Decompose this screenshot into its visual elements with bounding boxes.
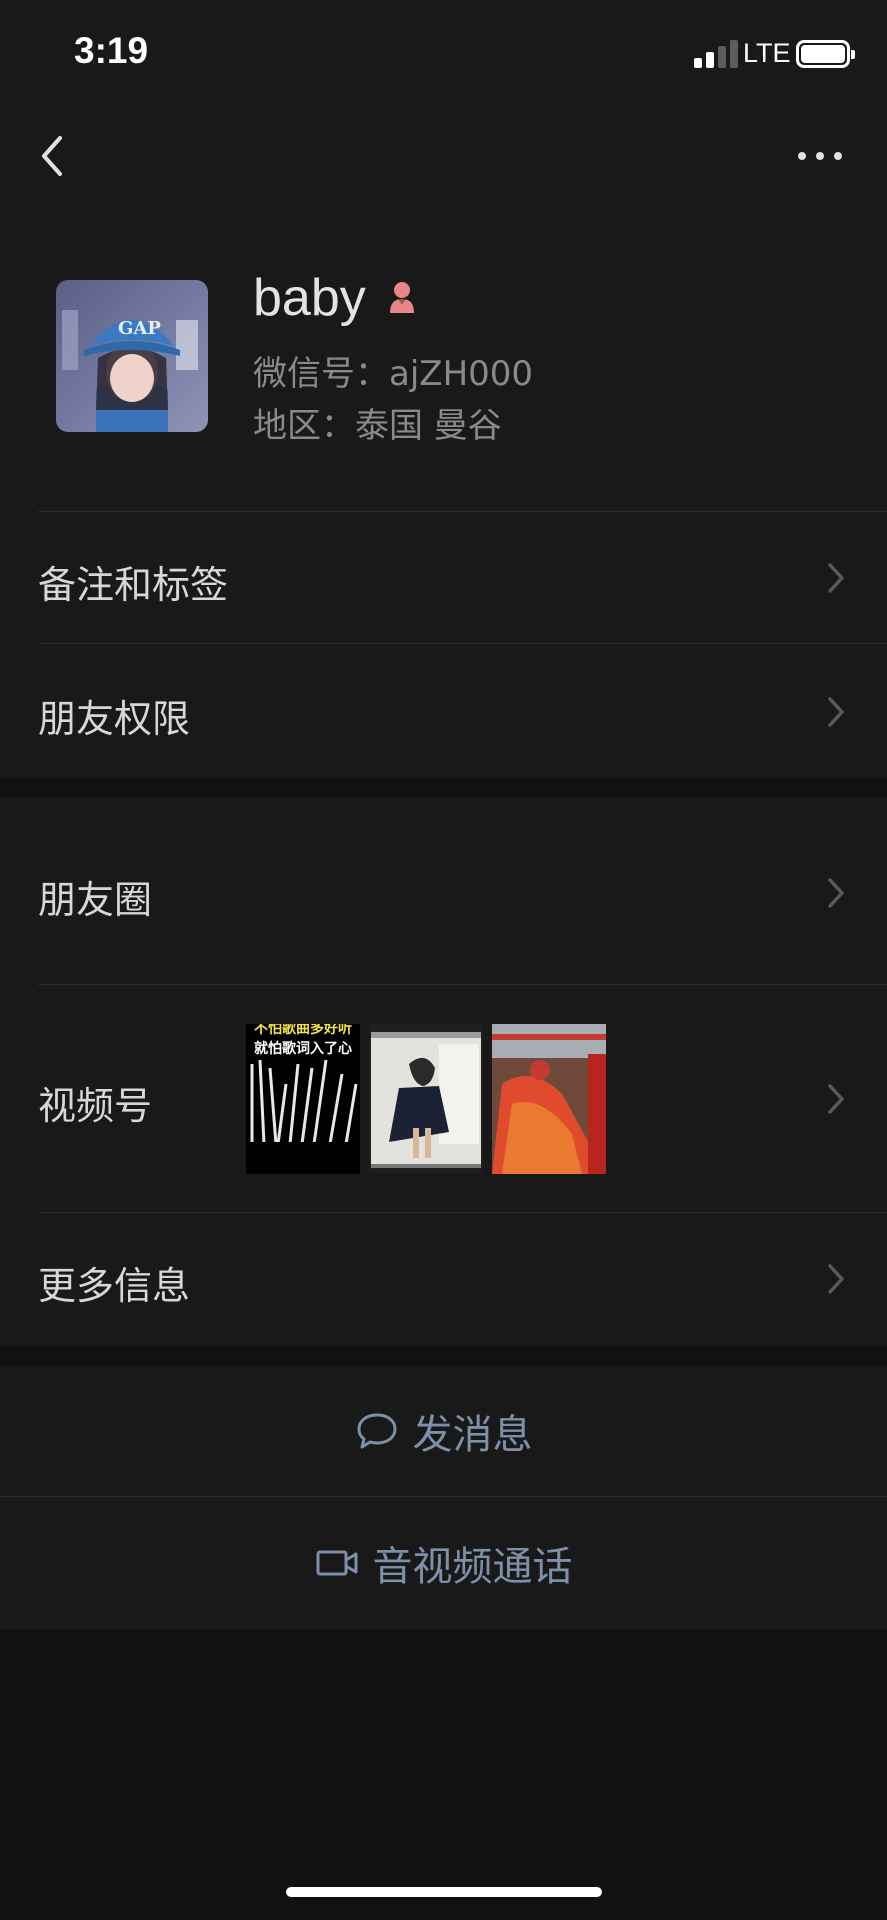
video-camera-icon <box>316 1550 357 1576</box>
row-label: 朋友圈 <box>38 878 153 922</box>
row-moments[interactable]: 朋友圈 <box>0 797 887 985</box>
chevron-right-icon <box>828 878 844 908</box>
channel-thumb[interactable]: 不怕歌曲多好听 就怕歌词入了心 <box>246 1024 360 1174</box>
status-time: 3:19 <box>74 30 149 71</box>
region: 地区：泰国 曼谷 <box>253 406 502 446</box>
nav-bar <box>0 100 887 210</box>
video-call-button[interactable]: 音视频通话 <box>0 1497 887 1629</box>
contact-name: baby <box>253 269 366 327</box>
thumb-caption: 就怕歌词入了心 <box>254 1041 352 1057</box>
avatar[interactable]: GAP <box>56 280 208 432</box>
send-message-button[interactable]: 发消息 <box>0 1366 887 1496</box>
row-label: 更多信息 <box>38 1264 191 1308</box>
home-indicator[interactable] <box>286 1887 602 1897</box>
row-label: 备注和标签 <box>38 563 229 607</box>
row-remarks-tags[interactable]: 备注和标签 <box>0 512 887 644</box>
chevron-left-icon <box>42 136 62 176</box>
row-channels[interactable]: 视频号 不怕歌曲多好听 就怕歌词入了心 <box>0 985 887 1213</box>
send-message-label: 发消息 <box>412 1412 533 1458</box>
thumb-caption-top: 不怕歌曲多好听 <box>254 1024 352 1037</box>
video-call-label: 音视频通话 <box>372 1544 573 1590</box>
row-label: 视频号 <box>38 1084 153 1128</box>
chevron-right-icon <box>828 697 844 727</box>
profile-header: GAP baby 微信号：ajZH000 地区：泰国 曼谷 <box>0 210 887 512</box>
chat-bubble-icon <box>357 1413 396 1449</box>
chevron-right-icon <box>828 563 844 593</box>
row-friend-permissions[interactable]: 朋友权限 <box>0 644 887 778</box>
svg-text:GAP: GAP <box>118 318 161 339</box>
chevron-right-icon <box>828 1084 844 1114</box>
network-label: LTE <box>743 38 791 68</box>
wechat-id: 微信号：ajZH000 <box>253 354 534 394</box>
contact-profile-screen: 3:19 LTE GAP baby 微信号：ajZH000 地区：泰国 曼谷 备… <box>0 0 887 1920</box>
channel-thumb[interactable] <box>369 1024 483 1174</box>
back-button[interactable] <box>30 126 86 186</box>
signal-icon <box>694 38 738 68</box>
row-label: 朋友权限 <box>38 697 191 741</box>
more-button[interactable] <box>790 130 850 180</box>
row-more-info[interactable]: 更多信息 <box>0 1213 887 1346</box>
battery-icon <box>796 40 855 68</box>
name-row: baby <box>253 266 420 330</box>
status-bar: 3:19 LTE <box>0 0 887 100</box>
chevron-right-icon <box>828 1264 844 1294</box>
channel-thumb[interactable] <box>492 1024 606 1174</box>
female-icon <box>389 282 414 313</box>
avatar-image: GAP <box>56 280 208 432</box>
